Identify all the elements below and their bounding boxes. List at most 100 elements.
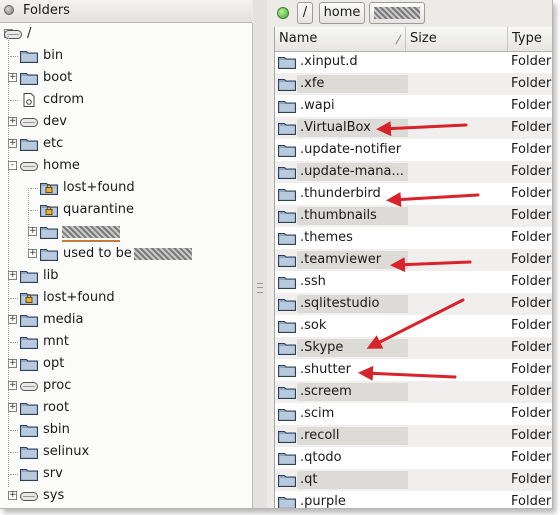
file-row[interactable]: .shutter Folder bbox=[275, 359, 552, 381]
file-row[interactable]: .purple Folder bbox=[275, 491, 552, 508]
tree-item-etc[interactable]: + etc bbox=[0, 133, 252, 155]
tree-item-label: boot bbox=[43, 70, 73, 85]
drive-icon bbox=[4, 30, 22, 39]
file-row[interactable]: .xfe Folder bbox=[275, 73, 552, 95]
tree-item-proc[interactable]: + proc bbox=[0, 375, 252, 397]
tree-item-quarantine[interactable]: quarantine bbox=[0, 199, 252, 221]
tree-item-redacted[interactable]: + bbox=[0, 221, 252, 243]
file-type: Folder bbox=[511, 186, 552, 201]
folder-icon bbox=[40, 227, 58, 239]
column-resize-icon[interactable] bbox=[395, 34, 402, 45]
tree-connector bbox=[10, 342, 18, 343]
tree-guide-line bbox=[28, 188, 29, 255]
pane-splitter[interactable] bbox=[253, 0, 267, 508]
panel-close-icon[interactable] bbox=[4, 5, 14, 15]
expand-icon[interactable]: + bbox=[8, 271, 17, 280]
tree-item-srv[interactable]: srv bbox=[0, 463, 252, 485]
tree-item-media[interactable]: + media bbox=[0, 309, 252, 331]
tree-item-label: selinux bbox=[43, 444, 90, 459]
folder-tree[interactable]: -/ bin + boot cdrom + dev + etc - home lost+found qu… bbox=[0, 23, 253, 508]
tree-item-boot[interactable]: + boot bbox=[0, 67, 252, 89]
folder-icon bbox=[278, 475, 296, 487]
tree-item-cdrom[interactable]: cdrom bbox=[0, 89, 252, 111]
expand-icon[interactable]: + bbox=[8, 73, 17, 82]
file-row[interactable]: .screem Folder bbox=[275, 381, 552, 403]
file-name: .teamviewer bbox=[300, 252, 382, 267]
file-row[interactable]: .themes Folder bbox=[275, 227, 552, 249]
file-row[interactable]: .update-notifier Folder bbox=[275, 139, 552, 161]
redacted-block bbox=[134, 248, 192, 260]
collapse-icon[interactable]: - bbox=[8, 161, 17, 170]
file-type: Folder bbox=[511, 472, 552, 487]
splitter-grip-icon[interactable] bbox=[257, 283, 263, 293]
breadcrumb-redacted[interactable] bbox=[369, 2, 425, 24]
expand-icon[interactable]: + bbox=[28, 249, 37, 258]
file-row[interactable]: .qtodo Folder bbox=[275, 447, 552, 469]
path-go-icon[interactable] bbox=[277, 7, 289, 19]
column-name-label: Name bbox=[279, 31, 318, 46]
tree-item-used-to-be[interactable]: + used to be bbox=[0, 243, 252, 265]
tree-item-home[interactable]: - home bbox=[0, 155, 252, 177]
expand-icon[interactable]: + bbox=[8, 381, 17, 390]
tree-item-lib[interactable]: + lib bbox=[0, 265, 252, 287]
expand-icon[interactable]: + bbox=[8, 315, 17, 324]
file-name: .wapi bbox=[300, 98, 335, 113]
file-row[interactable]: .scim Folder bbox=[275, 403, 552, 425]
tree-item-bin[interactable]: bin bbox=[0, 45, 252, 67]
file-type: Folder bbox=[511, 318, 552, 333]
file-list[interactable]: Name Size Type .xinput.d Folder .xfe Folder… bbox=[274, 27, 552, 508]
file-row[interactable]: .wapi Folder bbox=[275, 95, 552, 117]
file-row[interactable]: .qt Folder bbox=[275, 469, 552, 491]
breadcrumb-root[interactable]: / bbox=[297, 2, 313, 24]
folder-icon bbox=[20, 425, 38, 437]
tree-connector bbox=[10, 298, 18, 299]
tree-item-label: lib bbox=[43, 268, 59, 283]
expand-icon[interactable]: + bbox=[8, 403, 17, 412]
expand-icon[interactable]: + bbox=[8, 491, 17, 500]
tree-item-sbin[interactable]: sbin bbox=[0, 419, 252, 441]
folder-icon bbox=[20, 447, 38, 459]
tree-item-selinux[interactable]: selinux bbox=[0, 441, 252, 463]
tree-item--[interactable]: -/ bbox=[0, 23, 252, 45]
file-type: Folder bbox=[511, 76, 552, 91]
tree-item-lost-found[interactable]: lost+found bbox=[0, 177, 252, 199]
column-size[interactable]: Size bbox=[406, 27, 508, 51]
file-row[interactable]: .Skype Folder bbox=[275, 337, 552, 359]
file-type: Folder bbox=[511, 384, 552, 399]
folder-icon bbox=[278, 123, 296, 135]
file-row[interactable]: .VirtualBox Folder bbox=[275, 117, 552, 139]
tree-item-sys[interactable]: + sys bbox=[0, 485, 252, 507]
file-row[interactable]: .xinput.d Folder bbox=[275, 51, 552, 73]
tree-item-opt[interactable]: + opt bbox=[0, 353, 252, 375]
file-name: .sqlitestudio bbox=[300, 296, 380, 311]
column-name[interactable]: Name bbox=[275, 27, 406, 51]
tree-item-mnt[interactable]: mnt bbox=[0, 331, 252, 353]
folder-icon bbox=[20, 315, 38, 327]
tree-item-lost-found[interactable]: lost+found bbox=[0, 287, 252, 309]
file-row[interactable]: .thumbnails Folder bbox=[275, 205, 552, 227]
tree-item-label: / bbox=[27, 26, 32, 41]
tree-item-dev[interactable]: + dev bbox=[0, 111, 252, 133]
folder-icon bbox=[20, 403, 38, 415]
folder-icon bbox=[278, 57, 296, 69]
file-type: Folder bbox=[511, 142, 552, 157]
file-row[interactable]: .sok Folder bbox=[275, 315, 552, 337]
tree-item-root[interactable]: + root bbox=[0, 397, 252, 419]
file-row[interactable]: .recoll Folder bbox=[275, 425, 552, 447]
file-row[interactable]: .ssh Folder bbox=[275, 271, 552, 293]
tree-item-label: sys bbox=[43, 488, 65, 503]
folder-icon bbox=[20, 337, 38, 349]
breadcrumb-home[interactable]: home bbox=[319, 2, 365, 24]
file-name: .thunderbird bbox=[300, 186, 381, 201]
file-row[interactable]: .thunderbird Folder bbox=[275, 183, 552, 205]
expand-icon[interactable]: + bbox=[8, 139, 17, 148]
column-type[interactable]: Type bbox=[508, 27, 552, 51]
folder-icon bbox=[278, 387, 296, 399]
expand-icon[interactable]: + bbox=[28, 227, 37, 236]
file-type: Folder bbox=[511, 296, 552, 311]
file-row[interactable]: .sqlitestudio Folder bbox=[275, 293, 552, 315]
expand-icon[interactable]: + bbox=[8, 359, 17, 368]
expand-icon[interactable]: + bbox=[8, 117, 17, 126]
file-row[interactable]: .teamviewer Folder bbox=[275, 249, 552, 271]
file-row[interactable]: .update-mana... Folder bbox=[275, 161, 552, 183]
